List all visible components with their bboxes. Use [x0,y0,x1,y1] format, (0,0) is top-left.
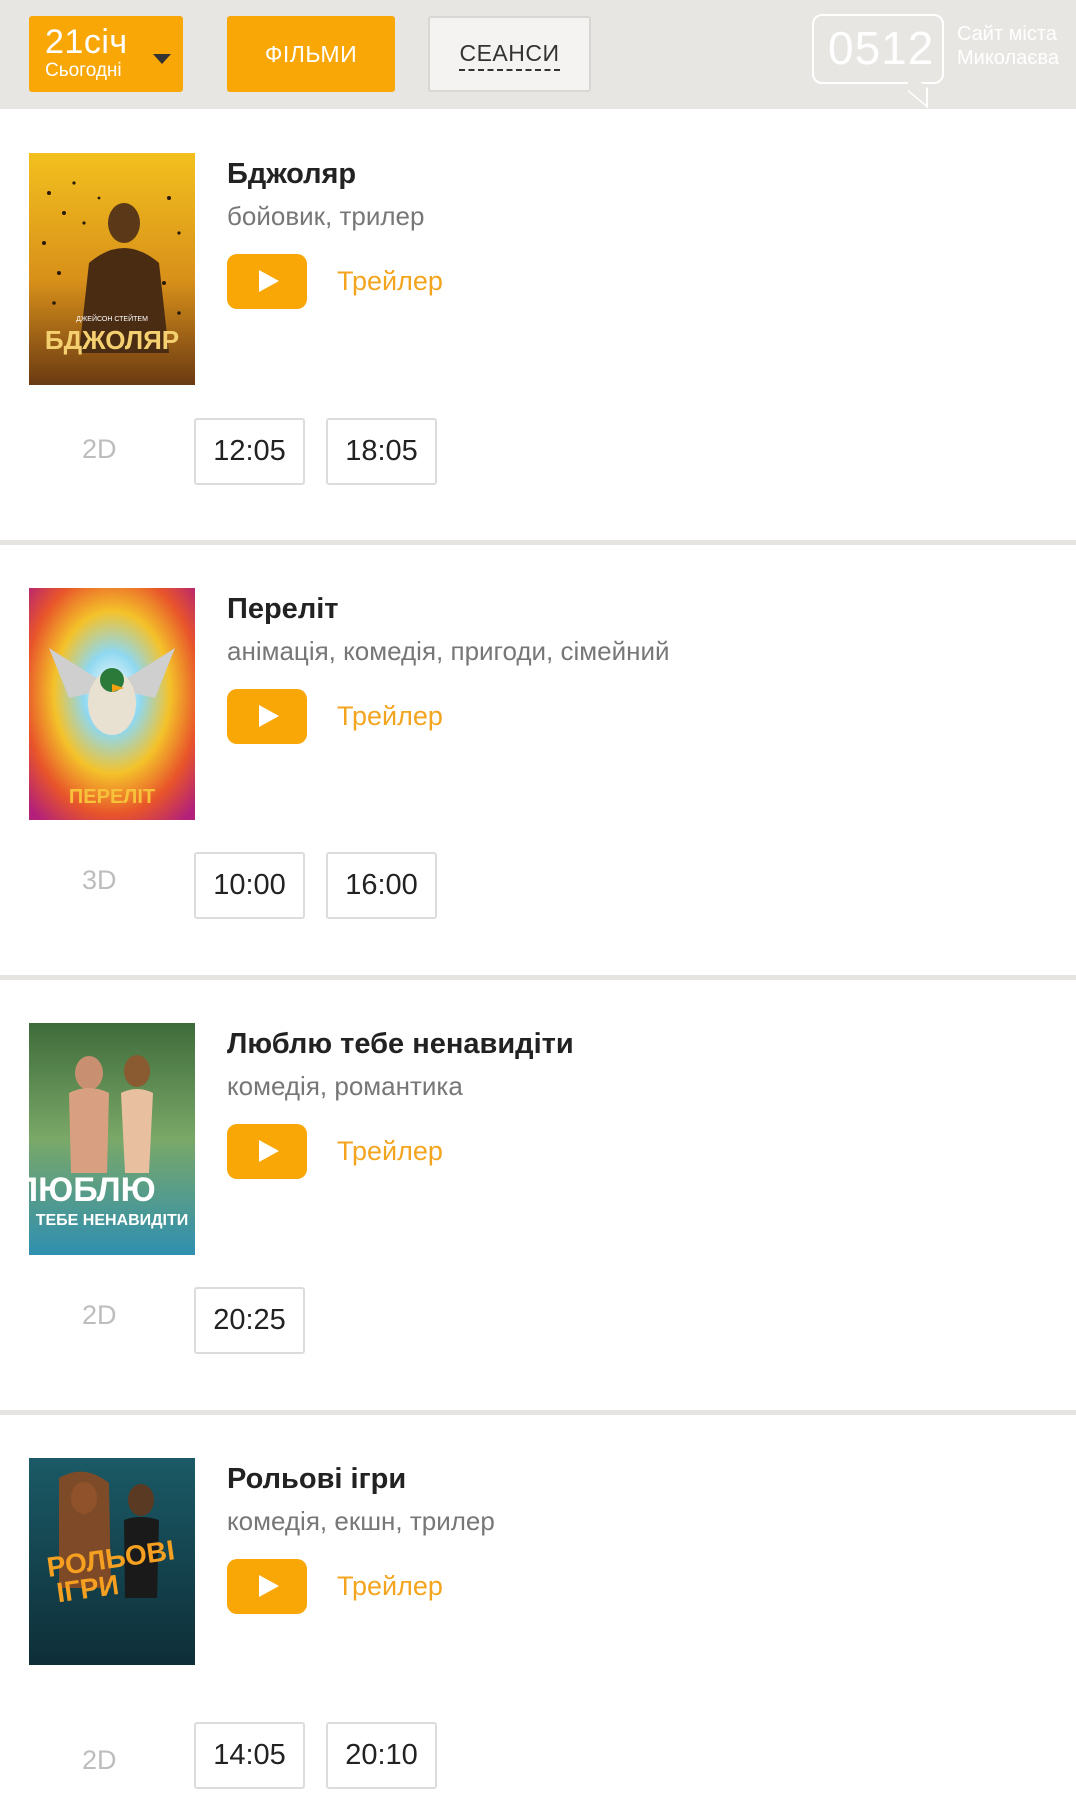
movie-card: ЛЮБЛЮ ТЕБЕ НЕНАВИДІТИ Люблю тебе ненавид… [0,975,1076,1407]
caret-down-icon [153,54,171,64]
tab-films[interactable]: ФІЛЬМИ [227,16,395,92]
movie-title[interactable]: Рольові ігри [227,1462,406,1496]
logo-text-line1: Сайт міста [957,23,1057,45]
format-label: 2D [82,1745,117,1775]
tab-sessions[interactable]: СЕАНСИ [428,16,591,92]
format-label: 2D [82,1300,117,1330]
movie-genres: бойовик, трилер [227,201,425,231]
movie-poster[interactable]: РОЛЬОВІ ІГРИ [29,1458,195,1665]
play-icon [259,1140,279,1162]
poster-caption: ТЕБЕ НЕНАВИДІТИ [36,1212,189,1229]
movie-genres: комедія, екшн, трилер [227,1506,495,1536]
movie-card: ПЕРЕЛІТ Переліт анімація, комедія, приго… [0,540,1076,972]
poster-title-text: ПЕРЕЛІТ [69,786,155,808]
movie-poster[interactable]: ПЕРЕЛІТ [29,588,195,820]
logo-number: 0512 [828,22,935,74]
play-trailer-button[interactable] [227,1559,307,1614]
showtime-button[interactable]: 14:05 [194,1722,305,1789]
movie-title[interactable]: Переліт [227,592,339,626]
play-icon [259,270,279,292]
poster-title-text: БДЖОЛЯР [45,325,179,355]
date-label: Сьогодні [45,60,122,81]
poster-title-text: ЛЮБЛЮ [29,1171,156,1209]
trailer-link[interactable]: Трейлер [337,1569,443,1603]
trailer-link[interactable]: Трейлер [337,1134,443,1168]
showtime-button[interactable]: 18:05 [326,418,437,485]
format-label: 3D [82,865,117,895]
trailer-link[interactable]: Трейлер [337,264,443,298]
showtime-button[interactable]: 16:00 [326,852,437,919]
play-icon [259,705,279,727]
showtime-button[interactable]: 10:00 [194,852,305,919]
showtime-button[interactable]: 12:05 [194,418,305,485]
movie-genres: комедія, романтика [227,1071,463,1101]
movie-poster[interactable]: ЛЮБЛЮ ТЕБЕ НЕНАВИДІТИ [29,1023,195,1255]
format-label: 2D [82,434,117,464]
play-icon [259,1575,279,1597]
poster-caption: ДЖЕЙСОН СТЕЙТЕМ [76,314,148,323]
site-logo[interactable]: 0512 Сайт міста Миколаєва [812,14,1064,109]
movie-genres: анімація, комедія, пригоди, сімейний [227,636,670,666]
divider [0,1410,1076,1415]
logo-text: Сайт міста Миколаєва [957,22,1059,70]
movie-title[interactable]: Люблю тебе ненавидіти [227,1027,574,1061]
date-selector-button[interactable]: 21січ Сьогодні [29,16,183,92]
showtime-button[interactable]: 20:25 [194,1287,305,1354]
movie-card: ДЖЕЙСОН СТЕЙТЕМ БДЖОЛЯР Бджоляр бойовик,… [0,109,1076,541]
trailer-link[interactable]: Трейлер [337,699,443,733]
play-trailer-button[interactable] [227,689,307,744]
showtime-button[interactable]: 20:10 [326,1722,437,1789]
divider [0,975,1076,980]
movie-poster[interactable]: ДЖЕЙСОН СТЕЙТЕМ БДЖОЛЯР [29,153,195,385]
movie-card: РОЛЬОВІ ІГРИ Рольові ігри комедія, екшн,… [0,1410,1076,1816]
divider [0,540,1076,545]
date-value: 21січ [45,23,128,61]
movie-title[interactable]: Бджоляр [227,157,356,191]
play-trailer-button[interactable] [227,254,307,309]
top-bar: 21січ Сьогодні ФІЛЬМИ СЕАНСИ 0512 Сайт м… [0,0,1076,109]
tab-sessions-label: СЕАНСИ [459,40,560,71]
play-trailer-button[interactable] [227,1124,307,1179]
logo-text-line2: Миколаєва [957,47,1060,69]
